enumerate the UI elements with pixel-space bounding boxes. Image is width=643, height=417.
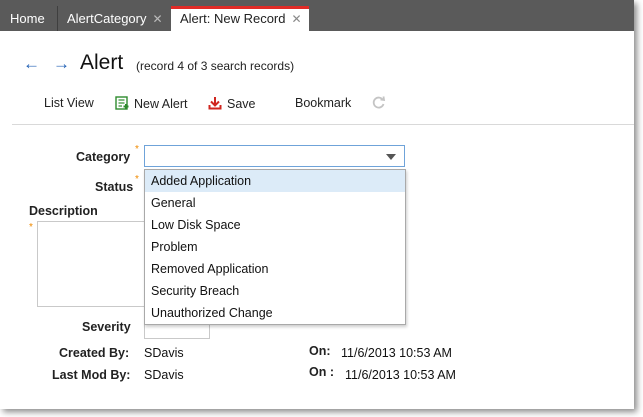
record-header: ← → Alert (record 4 of 3 search records)… (0, 31, 634, 121)
required-marker: * (135, 144, 139, 155)
tab-bar: Home AlertCategory ✕ Alert: New Record ✕ (0, 0, 634, 31)
dropdown-option[interactable]: Unauthorized Change (145, 302, 405, 324)
window: Home AlertCategory ✕ Alert: New Record ✕ ←… (0, 0, 634, 409)
new-alert-label: New Alert (134, 97, 188, 111)
back-arrow-icon[interactable]: ← (23, 54, 40, 74)
last-mod-on-value: 11/6/2013 10:53 AM (345, 368, 456, 382)
dropdown-option[interactable]: Problem (145, 236, 405, 258)
close-icon[interactable]: ✕ (291, 12, 301, 26)
page-title: Alert (80, 51, 124, 74)
category-label: Category (76, 150, 131, 164)
list-view-button[interactable]: List View (44, 96, 94, 110)
dropdown-option[interactable]: Removed Application (145, 258, 405, 280)
toolbar: List View New Alert Save Bookmark (0, 94, 634, 114)
dropdown-option[interactable]: Added Application (145, 170, 405, 192)
dropdown-option[interactable]: Low Disk Space (145, 214, 405, 236)
save-download-icon (208, 97, 222, 110)
created-on-value: 11/6/2013 10:53 AM (341, 346, 452, 360)
tab-alertcategory[interactable]: AlertCategory ✕ (67, 6, 163, 31)
tab-label: Home (10, 11, 45, 26)
created-on-label: On: (309, 344, 331, 358)
chevron-down-icon[interactable] (386, 154, 396, 160)
forward-arrow-icon[interactable]: → (53, 54, 70, 74)
close-icon[interactable]: ✕ (152, 12, 162, 26)
required-marker: * (29, 222, 33, 233)
list-view-label: List View (44, 96, 94, 110)
tab-home[interactable]: Home (10, 6, 45, 31)
created-by-value: SDavis (144, 346, 184, 360)
tab-label: Alert: New Record (180, 11, 286, 26)
category-select[interactable] (144, 145, 405, 167)
save-button[interactable]: Save (208, 96, 256, 111)
category-dropdown-list: Added Application General Low Disk Space… (144, 169, 406, 325)
last-mod-on-label: On : (309, 365, 334, 379)
tab-label: AlertCategory (67, 11, 147, 26)
tab-alert-new-record[interactable]: Alert: New Record ✕ (171, 6, 309, 31)
dropdown-option[interactable]: General (145, 192, 405, 214)
bookmark-label: Bookmark (295, 96, 352, 110)
status-label: Status (95, 180, 134, 194)
required-marker: * (135, 174, 139, 185)
severity-label: Severity (82, 320, 131, 334)
created-by-label: Created By: (59, 346, 130, 360)
record-position: (record 4 of 3 search records) (136, 59, 295, 73)
description-label: Description (29, 204, 98, 218)
dropdown-option[interactable]: Security Breach (145, 280, 405, 302)
last-mod-by-label: Last Mod By: (52, 368, 131, 382)
refresh-icon[interactable] (371, 95, 386, 113)
new-record-icon (115, 96, 129, 110)
save-label: Save (227, 97, 256, 111)
bookmark-button[interactable]: Bookmark (295, 96, 351, 110)
new-alert-button[interactable]: New Alert (115, 96, 188, 111)
tab-divider (57, 6, 58, 31)
last-mod-by-value: SDavis (144, 368, 184, 382)
